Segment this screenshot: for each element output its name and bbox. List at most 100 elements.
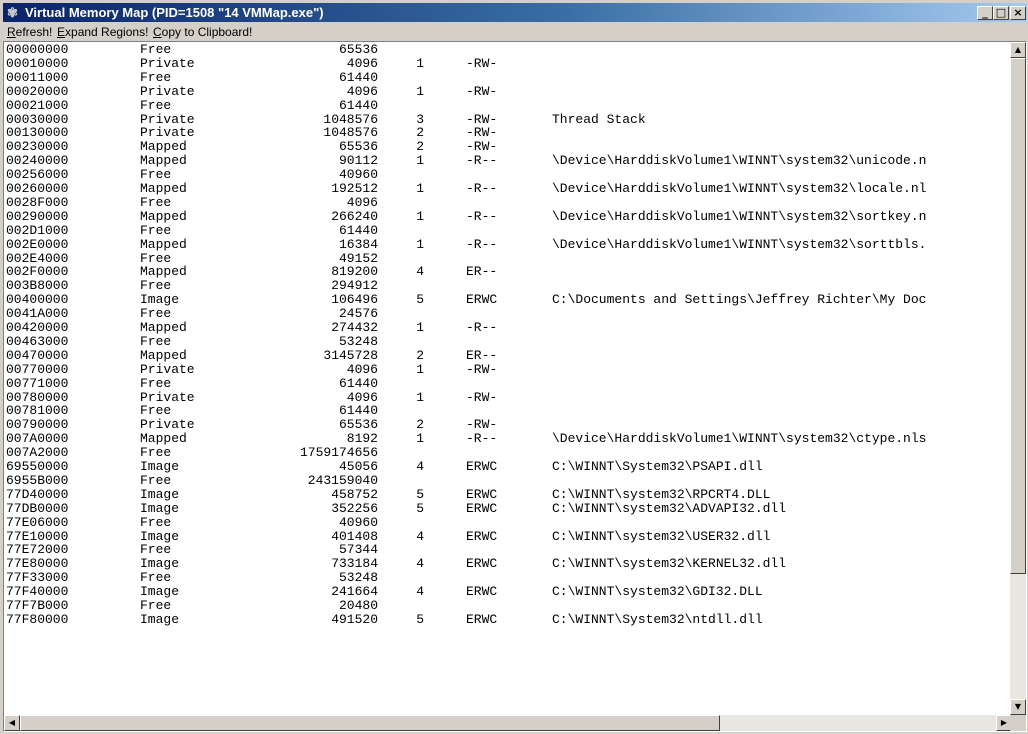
arrow-up-icon[interactable]: ▲	[1010, 42, 1026, 58]
region-protection: ERWC	[466, 459, 498, 474]
region-type: Image	[140, 292, 180, 308]
window-title: Virtual Memory Map (PID=1508 "14 VMMap.e…	[25, 5, 324, 20]
region-address: 77E06000	[6, 514, 69, 530]
list-item[interactable]: 00021000 Free 61440	[4, 99, 1012, 112]
maximize-button[interactable]: □	[993, 6, 1009, 20]
list-item[interactable]: 77DB0000 Image 352256 5 ERWC C:\WINNT\system3…	[4, 500, 1012, 516]
region-size: 65536	[338, 42, 378, 57]
app-icon[interactable]: ✾	[7, 5, 22, 20]
horizontal-scroll-thumb[interactable]	[20, 715, 720, 731]
region-size: 4096	[346, 55, 378, 71]
region-type: Mapped	[140, 236, 187, 252]
region-type: Image	[140, 459, 180, 474]
region-size: 819200	[331, 264, 378, 280]
menu-copy-to-clipboard[interactable]: Copy to Clipboard!	[153, 23, 252, 41]
region-size: 1759174656	[299, 445, 378, 461]
vertical-scrollbar[interactable]: ▲ ▼	[1010, 42, 1026, 715]
region-size: 401408	[331, 528, 378, 544]
list-item[interactable]: 00780000 Private 4096 1 -RW-	[4, 389, 1012, 405]
region-protection: -RW-	[466, 417, 498, 433]
list-item[interactable]: 00000000 Free 65536	[4, 42, 1012, 57]
region-address: 00463000	[6, 333, 69, 349]
region-blocks: 1	[416, 320, 424, 335]
list-item[interactable]: 00020000 Private 4096 1 -RW-	[4, 85, 1012, 98]
region-listbox[interactable]: 00000000 Free 65536 00010000 Private 4096 1 -RW…	[3, 41, 1027, 732]
list-item[interactable]: 002F0000 Mapped 819200 4 ER--	[4, 264, 1012, 280]
list-item[interactable]: 69550000 Image 45056 4 ERWC C:\WINNT\System32…	[4, 459, 1012, 474]
region-type: Private	[140, 125, 195, 141]
list-item[interactable]: 77F80000 Image 491520 5 ERWC C:\WINNT\System3…	[4, 611, 1012, 627]
list-item[interactable]: 77E72000 Free 57344	[4, 543, 1012, 556]
region-description: \Device\HarddiskVolume1\WINNT\system32\c…	[552, 431, 927, 447]
region-blocks: 5	[416, 292, 424, 308]
list-item[interactable]: 00030000 Private 1048576 3 -RW- Thread Stack	[4, 113, 1012, 126]
size-grip-icon[interactable]	[1010, 715, 1026, 731]
region-rows: 00000000 Free 65536 00010000 Private 4096 1 -RW…	[4, 42, 1012, 715]
list-item[interactable]: 002E4000 Free 49152	[4, 252, 1012, 265]
menu-expand-regions[interactable]: Expand Regions!	[57, 23, 148, 41]
list-item[interactable]: 77E10000 Image 401408 4 ERWC C:\WINNT\system3…	[4, 528, 1012, 544]
close-button[interactable]: ×	[1010, 6, 1026, 20]
list-item[interactable]: 77E06000 Free 40960	[4, 514, 1012, 530]
region-protection: ERWC	[466, 486, 498, 502]
region-type: Image	[140, 486, 180, 502]
list-item[interactable]: 002E0000 Mapped 16384 1 -R-- \Device\Harddisk…	[4, 236, 1012, 252]
list-item[interactable]: 00240000 Mapped 90112 1 -R-- \Device\Harddisk…	[4, 154, 1012, 167]
region-protection: ERWC	[466, 611, 498, 627]
list-item[interactable]: 00771000 Free 61440	[4, 377, 1012, 390]
region-type: Mapped	[140, 431, 187, 447]
title-bar[interactable]: ✾ Virtual Memory Map (PID=1508 "14 VMMap…	[3, 3, 1027, 22]
region-type: Private	[140, 389, 195, 405]
list-item[interactable]: 00130000 Private 1048576 2 -RW-	[4, 125, 1012, 141]
list-item[interactable]: 00260000 Mapped 192512 1 -R-- \Device\Harddis…	[4, 182, 1012, 195]
region-address: 00790000	[6, 417, 69, 433]
region-address: 77F33000	[6, 570, 69, 586]
list-item[interactable]: 00230000 Mapped 65536 2 -RW-	[4, 140, 1012, 153]
list-item[interactable]: 002D1000 Free 61440	[4, 224, 1012, 237]
horizontal-scrollbar[interactable]: ◀ ▶	[4, 715, 1012, 731]
list-item[interactable]: 6955B000 Free 243159040	[4, 472, 1012, 488]
list-item[interactable]: 0041A000 Free 24576	[4, 306, 1012, 322]
list-item[interactable]: 007A2000 Free 1759174656	[4, 445, 1012, 461]
region-type: Mapped	[140, 208, 187, 224]
region-protection: ERWC	[466, 292, 498, 308]
region-size: 243159040	[307, 472, 378, 488]
list-item[interactable]: 003B8000 Free 294912	[4, 279, 1012, 292]
region-address: 00781000	[6, 403, 69, 419]
list-item[interactable]: 77F33000 Free 53248	[4, 570, 1012, 586]
region-size: 24576	[338, 306, 378, 322]
region-size: 4096	[346, 194, 378, 210]
region-blocks: 1	[416, 389, 424, 405]
list-item[interactable]: 00781000 Free 61440	[4, 403, 1012, 419]
arrow-left-icon[interactable]: ◀	[4, 715, 20, 731]
minimize-button[interactable]: _	[977, 6, 993, 20]
list-item[interactable]: 00420000 Mapped 274432 1 -R--	[4, 320, 1012, 335]
list-item[interactable]: 00463000 Free 53248	[4, 333, 1012, 349]
vmmap-window: ✾ Virtual Memory Map (PID=1508 "14 VMMap…	[0, 0, 1028, 734]
list-item[interactable]: 007A0000 Mapped 8192 1 -R-- \Device\HarddiskV…	[4, 431, 1012, 447]
region-size: 106496	[331, 292, 378, 308]
list-item[interactable]: 77F7B000 Free 20480	[4, 598, 1012, 613]
list-item[interactable]: 00011000 Free 61440	[4, 71, 1012, 84]
region-blocks: 1	[416, 361, 424, 377]
region-size: 1048576	[323, 125, 378, 141]
menu-refresh[interactable]: Refresh!	[7, 23, 52, 41]
list-item[interactable]: 77F40000 Image 241664 4 ERWC C:\WINNT\system3…	[4, 584, 1012, 600]
list-item[interactable]: 00790000 Private 65536 2 -RW-	[4, 417, 1012, 433]
list-item[interactable]: 00770000 Private 4096 1 -RW-	[4, 361, 1012, 377]
list-item[interactable]: 0028F000 Free 4096	[4, 194, 1012, 210]
list-item[interactable]: 00256000 Free 40960	[4, 168, 1012, 181]
list-item[interactable]: 00400000 Image 106496 5 ERWC C:\Documents and…	[4, 292, 1012, 308]
region-size: 20480	[338, 598, 378, 613]
region-blocks: 5	[416, 500, 424, 516]
list-item[interactable]: 00010000 Private 4096 1 -RW-	[4, 55, 1012, 71]
region-size: 241664	[331, 584, 378, 600]
arrow-down-icon[interactable]: ▼	[1010, 699, 1026, 715]
vertical-scroll-thumb[interactable]	[1010, 58, 1026, 574]
region-type: Free	[140, 472, 172, 488]
list-item[interactable]: 77D40000 Image 458752 5 ERWC C:\WINNT\system3…	[4, 486, 1012, 502]
list-item[interactable]: 00470000 Mapped 3145728 2 ER--	[4, 349, 1012, 362]
list-item[interactable]: 00290000 Mapped 266240 1 -R-- \Device\Harddis…	[4, 208, 1012, 224]
list-item[interactable]: 77E80000 Image 733184 4 ERWC C:\WINNT\system3…	[4, 557, 1012, 570]
region-protection: -RW-	[466, 55, 498, 71]
